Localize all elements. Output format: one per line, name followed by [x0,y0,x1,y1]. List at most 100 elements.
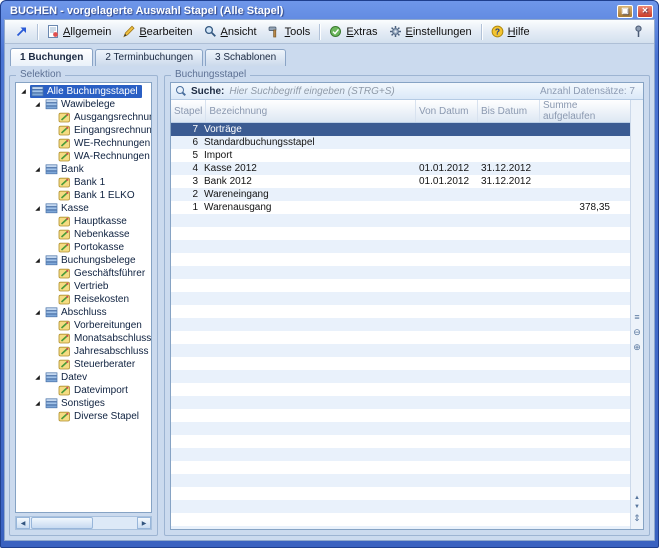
tree-item[interactable]: Hauptkasse [16,215,151,228]
search-bar: Suche: Hier Suchbegriff eingeben (STRG+S… [171,83,643,100]
expand-arrow-icon[interactable]: ◢ [31,101,44,108]
tree-item-label: Wawibelege [61,99,115,110]
tree-group[interactable]: ◢Sonstiges [16,397,151,410]
tree-group[interactable]: ◢Datev [16,371,151,384]
menu-item-label: Bearbeiten [139,26,192,38]
expand-arrow-icon[interactable]: ◢ [31,374,44,381]
tree-item[interactable]: Jahresabschluss [16,345,151,358]
search-input[interactable]: Hier Suchbegriff eingeben (STRG+S) [229,86,394,97]
expand-arrow-icon[interactable]: ◢ [31,400,44,407]
tree-item-row: Eingangsrechnungen [57,124,152,137]
menu-item-extras[interactable]: Extras [324,23,382,40]
table-row-empty [171,318,630,331]
titlebar[interactable]: BUCHEN - vorgelagerte Auswahl Stapel (Al… [4,1,655,19]
tree-item-label: Bank 1 [74,177,105,188]
tree-group[interactable]: ◢Kasse [16,202,151,215]
tree-item[interactable]: Datevimport [16,384,151,397]
scroll-right-icon: ▶ [142,520,147,527]
tab-schablonen[interactable]: 3 Schablonen [205,49,286,66]
scroll-down-icon[interactable]: ▼ [632,503,643,510]
tree-item[interactable]: Geschäftsführer [16,267,151,280]
tree-item-row: Sonstiges [44,397,109,410]
tree-item[interactable]: Portokasse [16,241,151,254]
journal-icon [58,216,71,227]
table-row[interactable]: 1Warenausgang378,35 [171,201,630,214]
tree-item[interactable]: Vorbereitungen [16,319,151,332]
tree-item[interactable]: WE-Rechnungen ohne Wawi [16,137,151,150]
zoom-in-icon[interactable]: ⊕ [632,342,643,353]
column-header-summe[interactable]: Summe aufgelaufen [540,100,630,122]
tree-item[interactable]: Diverse Stapel [16,410,151,423]
scrollbar-thumb[interactable] [31,517,93,529]
table-row-empty [171,474,630,487]
tab-buchungen[interactable]: 1 Buchungen [10,48,93,66]
window-button-maximize[interactable]: ▣ [617,5,633,18]
menu-item-ansicht[interactable]: Ansicht [199,23,262,40]
tree-item[interactable]: WA-Rechnungen ohne Wawi [16,150,151,163]
menu-item-label: Extras [346,26,377,38]
grid-side-strip: ≡ ⊖ ⊕ ▲ ▼ ⇕ [630,100,643,529]
menu-item-hilfe[interactable]: ? Hilfe [486,23,535,40]
scrollbar-track[interactable] [94,517,137,529]
tree-item[interactable]: Monatsabschluss [16,332,151,345]
table-header: Stapel Bezeichnung Von Datum Bis Datum S… [171,100,630,123]
tree-item[interactable]: Bank 1 [16,176,151,189]
scroll-right-button[interactable]: ▶ [137,517,151,529]
expand-arrow-icon[interactable]: ◢ [17,88,30,95]
table-row[interactable]: 5Import [171,149,630,162]
jump-button[interactable] [10,23,33,40]
tree-item-label: Ausgangsrechnungen [74,112,152,123]
tree-item-row: Alle Buchungsstapel [30,85,142,98]
tree-item-label: Portokasse [74,242,124,253]
tree-item[interactable]: Ausgangsrechnungen [16,111,151,124]
tree-item[interactable]: Vertrieb [16,280,151,293]
tab-terminbuchungen[interactable]: 2 Terminbuchungen [95,49,203,66]
column-header-bis-datum[interactable]: Bis Datum [478,100,540,122]
resize-icon[interactable]: ⇕ [632,513,643,524]
window-button-close[interactable]: ✕ [637,5,653,18]
scroll-left-button[interactable]: ◀ [16,517,30,529]
menu-item-tools[interactable]: Tools [263,23,316,40]
pin-button[interactable] [628,23,649,40]
column-header-bezeichnung[interactable]: Bezeichnung [206,100,416,122]
expand-arrow-icon[interactable]: ◢ [31,257,44,264]
menu-item-bearbeiten[interactable]: Bearbeiten [117,23,197,40]
table-row[interactable]: 3Bank 201201.01.201231.12.2012 [171,175,630,188]
tree-group[interactable]: ◢Alle Buchungsstapel [16,85,151,98]
tree-item[interactable]: Steuerberater [16,358,151,371]
tree-group[interactable]: ◢Bank [16,163,151,176]
expand-arrow-icon[interactable]: ◢ [31,205,44,212]
tree-item[interactable]: Eingangsrechnungen [16,124,151,137]
table-row[interactable]: 2Wareneingang [171,188,630,201]
table-row-empty [171,396,630,409]
tree-group[interactable]: ◢Abschluss [16,306,151,319]
h-scrollbar[interactable]: ◀ ▶ [15,516,152,530]
tree-item[interactable]: Bank 1 ELKO [16,189,151,202]
tree-item-row: Jahresabschluss [57,345,152,358]
table-row[interactable]: 7Vorträge [171,123,630,136]
tree-item-row: Vertrieb [57,280,112,293]
tree-item-row: WE-Rechnungen ohne Wawi [57,137,152,150]
table-row[interactable]: 6Standardbuchungsstapel [171,136,630,149]
table-row[interactable]: 4Kasse 201201.01.201231.12.2012 [171,162,630,175]
tree-item[interactable]: Reisekosten [16,293,151,306]
menu-item-allgemein[interactable]: Allgemein [42,23,116,40]
scroll-up-icon[interactable]: ▲ [632,494,643,501]
expand-arrow-icon[interactable]: ◢ [31,166,44,173]
tree-item[interactable]: Nebenkasse [16,228,151,241]
column-header-von-datum[interactable]: Von Datum [416,100,478,122]
document-icon [47,25,59,38]
list-icon[interactable]: ≡ [632,312,643,323]
zoom-out-icon[interactable]: ⊖ [632,327,643,338]
tree-group[interactable]: ◢Buchungsbelege [16,254,151,267]
cell-von_datum [416,149,478,162]
expand-arrow-icon[interactable]: ◢ [31,309,44,316]
tree-group[interactable]: ◢ Wawibelege [16,98,151,111]
menu-item-einstellungen[interactable]: Einstellungen [384,23,477,40]
cell-bis_datum [478,123,540,136]
cell-von_datum [416,201,478,214]
column-header-stapel[interactable]: Stapel [171,100,206,122]
table-row-empty [171,214,630,227]
cell-bis_datum: 31.12.2012 [478,162,540,175]
cell-bezeichnung: Import [201,149,416,162]
